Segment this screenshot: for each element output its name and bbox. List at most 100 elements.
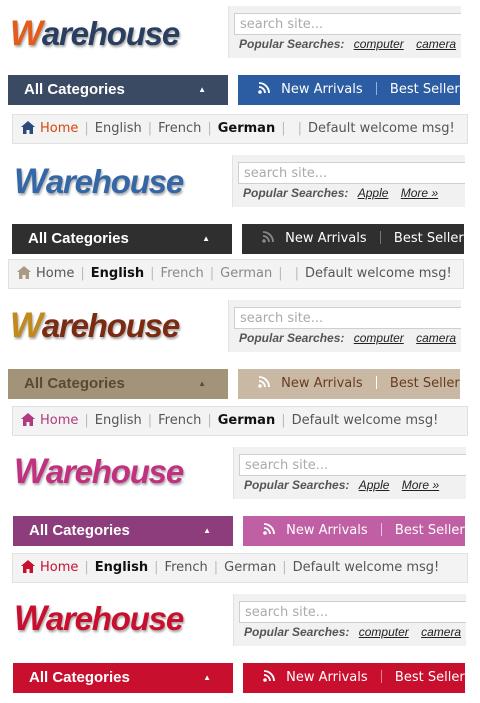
lang-french[interactable]: French: [161, 266, 204, 281]
all-categories-label: All Categories: [29, 522, 130, 539]
nav-divider: [375, 82, 377, 95]
lang-english[interactable]: English: [95, 121, 142, 136]
all-categories-label: All Categories: [28, 230, 129, 247]
lang-french[interactable]: French: [165, 560, 208, 575]
home-link[interactable]: Home: [40, 560, 78, 575]
welcome-message: Default welcome msg!: [291, 413, 439, 428]
separator: |: [281, 413, 286, 428]
popular-keyword[interactable]: computer: [354, 37, 404, 51]
lang-german[interactable]: German: [218, 413, 275, 428]
home-link[interactable]: Home: [40, 413, 78, 428]
lang-german[interactable]: German: [220, 266, 272, 281]
all-categories-label: All Categories: [24, 375, 125, 392]
nav-divider: [375, 376, 377, 389]
popular-keyword[interactable]: Apple: [358, 186, 389, 200]
nav-new-arrivals[interactable]: New Arrivals: [281, 376, 363, 391]
logo-initial: W: [14, 599, 47, 638]
logo-initial: W: [10, 306, 43, 345]
popular-searches: Popular Searches: computer camera: [239, 331, 461, 345]
popular-keyword[interactable]: computer: [359, 625, 409, 639]
popular-keyword[interactable]: Apple: [359, 478, 390, 492]
dropdown-arrow-icon: ▲: [202, 234, 210, 243]
lang-english[interactable]: English: [95, 413, 142, 428]
home-link[interactable]: Home: [36, 266, 74, 281]
dropdown-arrow-icon: ▲: [198, 379, 206, 388]
logo-text: arehouse: [45, 453, 184, 490]
search-input[interactable]: [234, 13, 461, 35]
logo[interactable]: Warehouse: [14, 599, 184, 639]
all-categories-dropdown[interactable]: All Categories ▲: [8, 75, 228, 105]
popular-keyword-more[interactable]: More »: [402, 478, 439, 492]
nav-new-arrivals[interactable]: New Arrivals: [286, 670, 368, 685]
home-link[interactable]: Home: [40, 121, 78, 136]
lang-french[interactable]: French: [158, 121, 201, 136]
nav-best-sellers[interactable]: Best Sellers: [395, 523, 465, 538]
search-panel: Popular Searches: computer camera: [228, 300, 461, 352]
separator: |: [281, 121, 286, 136]
popular-searches-label: Popular Searches:: [244, 478, 350, 492]
welcome-message: Default welcome msg!: [308, 121, 455, 136]
separator: |: [80, 266, 85, 281]
lang-english[interactable]: English: [95, 560, 148, 575]
popular-keyword[interactable]: camera: [421, 625, 461, 639]
all-categories-label: All Categories: [29, 669, 130, 686]
all-categories-dropdown[interactable]: All Categories ▲: [8, 369, 228, 399]
logo-text: arehouse: [41, 307, 180, 344]
lang-english[interactable]: English: [91, 266, 144, 281]
all-categories-label: All Categories: [24, 81, 125, 98]
popular-searches: Popular Searches: Apple More »: [243, 186, 447, 200]
lang-german[interactable]: German: [224, 560, 276, 575]
home-icon[interactable]: [21, 121, 35, 134]
popular-keyword[interactable]: camera: [416, 37, 456, 51]
search-input[interactable]: [239, 454, 466, 476]
nav-bar: New Arrivals Best Sellers: [238, 75, 460, 105]
popular-keyword[interactable]: camera: [416, 331, 456, 345]
lang-french[interactable]: French: [158, 413, 201, 428]
separator: |: [147, 121, 153, 136]
nav-best-sellers[interactable]: Best Sellers: [395, 670, 465, 685]
welcome-message: Default welcome msg!: [304, 266, 452, 281]
nav-new-arrivals[interactable]: New Arrivals: [285, 231, 367, 246]
nav-best-sellers[interactable]: Best Sellers: [390, 376, 460, 391]
all-categories-dropdown[interactable]: All Categories ▲: [13, 516, 233, 546]
logo[interactable]: Warehouse: [14, 162, 184, 202]
nav-divider: [380, 670, 382, 683]
logo[interactable]: Warehouse: [10, 306, 180, 346]
logo[interactable]: Warehouse: [14, 452, 184, 492]
separator: |: [278, 266, 283, 281]
separator: |: [209, 266, 215, 281]
popular-searches-label: Popular Searches:: [239, 331, 345, 345]
nav-new-arrivals[interactable]: New Arrivals: [281, 82, 363, 97]
popular-searches-label: Popular Searches:: [239, 37, 345, 51]
search-input[interactable]: [234, 307, 461, 329]
logo-text: arehouse: [41, 15, 180, 52]
home-icon[interactable]: [21, 560, 35, 573]
popular-keyword-more[interactable]: More »: [401, 186, 438, 200]
nav-best-sellers[interactable]: Best Sellers: [394, 231, 464, 246]
all-categories-dropdown[interactable]: All Categories ▲: [13, 663, 233, 693]
search-panel: Popular Searches: Apple More »: [232, 155, 465, 207]
search-input[interactable]: [239, 601, 466, 623]
popular-searches-label: Popular Searches:: [243, 186, 349, 200]
welcome-message: Default welcome msg!: [292, 560, 440, 575]
logo[interactable]: Warehouse: [10, 14, 180, 54]
lang-german[interactable]: German: [218, 121, 275, 136]
dropdown-arrow-icon: ▲: [203, 673, 211, 682]
nav-bar: New Arrivals Best Sellers: [238, 369, 460, 399]
home-icon[interactable]: [21, 413, 35, 426]
nav-best-sellers[interactable]: Best Sellers: [390, 82, 460, 97]
popular-keyword[interactable]: computer: [354, 331, 404, 345]
dropdown-arrow-icon: ▲: [198, 85, 206, 94]
search-input[interactable]: [238, 162, 465, 184]
top-links-bar: Home | English | French | German | | Default welc…: [8, 259, 464, 289]
separator: |: [207, 413, 212, 428]
popular-searches-label: Popular Searches:: [244, 625, 350, 639]
separator: |: [147, 413, 153, 428]
separator: |: [213, 560, 219, 575]
home-icon[interactable]: [17, 266, 31, 279]
top-links-bar: Home | English | French | German | | Default welc…: [12, 114, 468, 144]
all-categories-dropdown[interactable]: All Categories ▲: [12, 224, 232, 254]
nav-new-arrivals[interactable]: New Arrivals: [286, 523, 368, 538]
rss-icon: [263, 670, 275, 682]
separator: |: [84, 413, 89, 428]
